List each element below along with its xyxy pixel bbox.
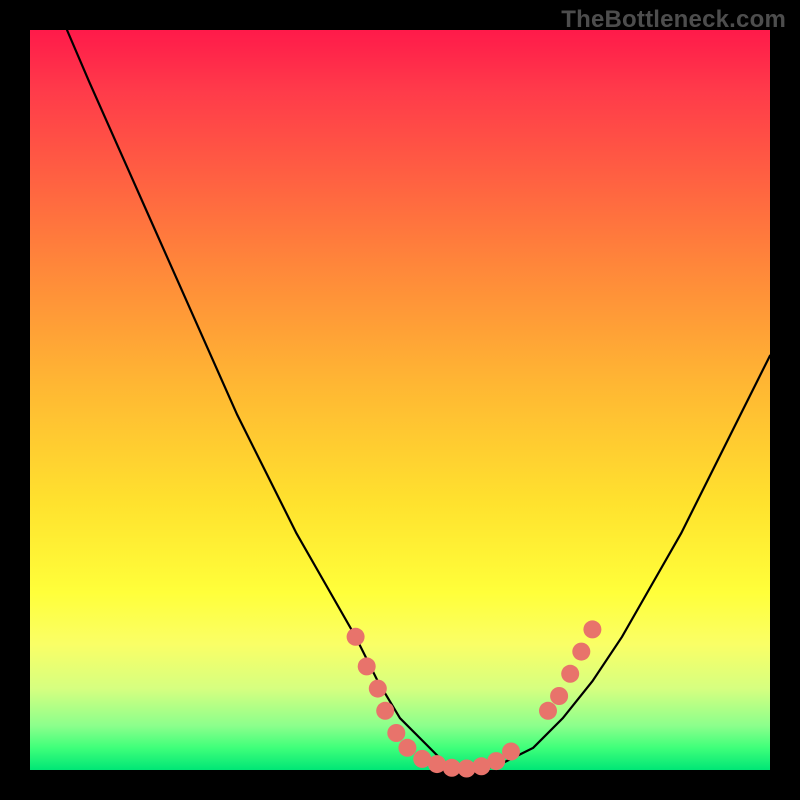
chart-frame: TheBottleneck.com <box>0 0 800 800</box>
marker-dot <box>387 724 405 742</box>
marker-dot <box>561 665 579 683</box>
watermark-text: TheBottleneck.com <box>561 6 786 34</box>
marker-dot <box>550 687 568 705</box>
curve-markers <box>347 620 602 777</box>
curve-svg <box>30 30 770 770</box>
plot-area <box>30 30 770 770</box>
marker-dot <box>369 680 387 698</box>
marker-dot <box>539 702 557 720</box>
bottleneck-curve <box>67 30 770 770</box>
marker-dot <box>358 657 376 675</box>
marker-dot <box>347 628 365 646</box>
marker-dot <box>583 620 601 638</box>
marker-dot <box>572 643 590 661</box>
marker-dot <box>502 743 520 761</box>
marker-dot <box>398 739 416 757</box>
marker-dot <box>376 702 394 720</box>
marker-dot <box>487 752 505 770</box>
